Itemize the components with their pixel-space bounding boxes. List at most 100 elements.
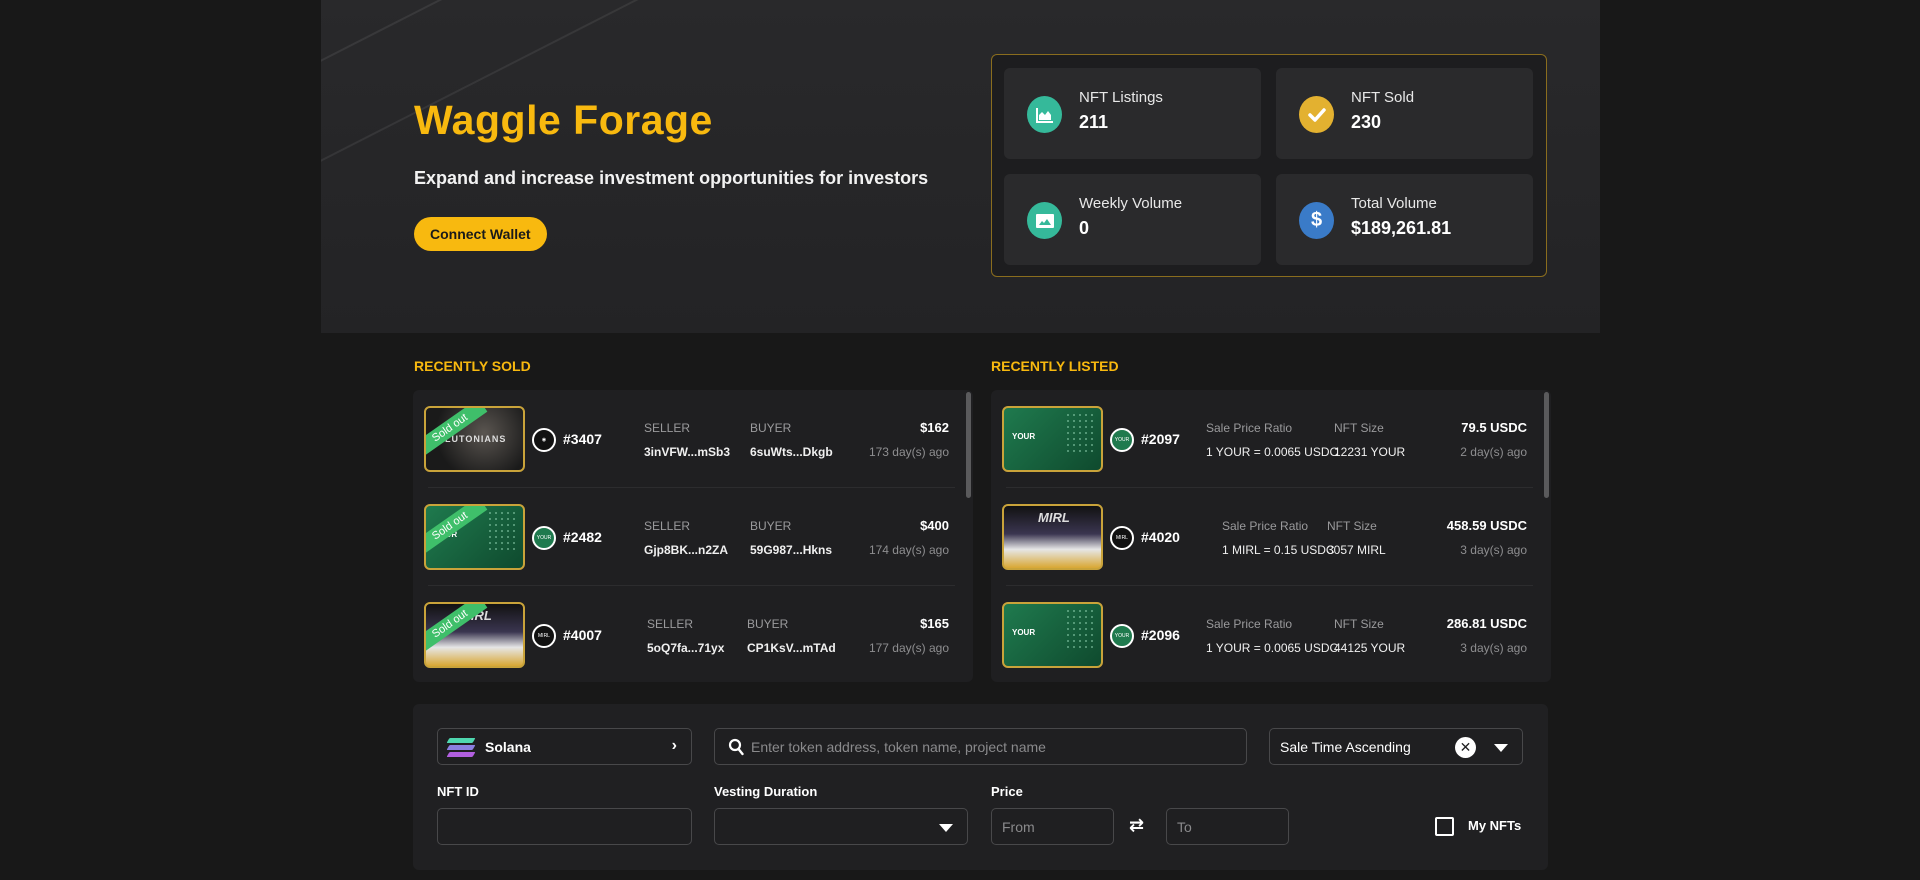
search-input[interactable] (751, 729, 1241, 764)
area-chart-icon (1027, 96, 1062, 133)
nft-thumbnail: MIRL Sold out (424, 602, 525, 668)
hero-decoration (321, 0, 692, 182)
my-nfts-label[interactable]: My NFTs (1468, 818, 1521, 833)
sold-out-badge: Sold out (426, 506, 488, 556)
nft-art-label: MIRL (1038, 510, 1070, 525)
buyer-address: 6suWts...Dkgb (750, 445, 833, 459)
buyer-label: BUYER (747, 617, 789, 631)
nft-id: #2097 (1141, 431, 1180, 447)
nft-id: #2482 (563, 529, 602, 545)
sold-row[interactable]: PLUTONIANS Sold out ◉ #3407 SELLER 3inVF… (413, 390, 963, 488)
nft-id-input[interactable] (438, 809, 691, 844)
nft-thumbnail: YOUR Sold out (424, 504, 525, 570)
stat-card-nft-sold: NFT Sold 230 (1276, 68, 1533, 159)
price-to-field[interactable] (1166, 808, 1289, 845)
sale-price: $162 (920, 420, 949, 435)
vesting-duration-select[interactable] (714, 808, 968, 845)
sort-select[interactable]: Sale Time Ascending ✕ (1269, 728, 1523, 765)
listing-time: 3 day(s) ago (1460, 641, 1527, 655)
seller-label: SELLER (644, 421, 691, 435)
hero-banner: Waggle Forage Expand and increase invest… (321, 0, 1600, 333)
recently-listed-list: YOUR YOUR #2097 Sale Price Ratio 1 YOUR … (991, 390, 1551, 682)
buyer-address: 59G987...Hkns (750, 543, 833, 557)
chain-name: Solana (485, 739, 531, 755)
seller-address: 5oQ7fa...71yx (647, 641, 725, 655)
stat-value: 211 (1079, 112, 1109, 132)
listed-row[interactable]: MIRL MIRL #4020 Sale Price Ratio 1 MIRL … (991, 488, 1541, 586)
token-logo-icon: YOUR (532, 526, 556, 550)
stat-value: 230 (1351, 112, 1382, 132)
sale-price-ratio: 1 MIRL = 0.15 USDC (1222, 543, 1335, 557)
sold-row[interactable]: YOUR Sold out YOUR #2482 SELLER Gjp8BK..… (413, 488, 963, 586)
listed-row[interactable]: YOUR YOUR #2096 Sale Price Ratio 1 YOUR … (991, 586, 1541, 682)
listing-time: 2 day(s) ago (1460, 445, 1527, 459)
clear-icon[interactable]: ✕ (1455, 737, 1476, 758)
chain-selector[interactable]: Solana › (437, 728, 692, 765)
sale-time: 173 day(s) ago (868, 445, 949, 459)
dollar-icon: $ (1299, 202, 1334, 239)
chevron-right-icon: › (671, 737, 677, 754)
nft-thumbnail: YOUR (1002, 602, 1103, 668)
token-logo-icon: YOUR (1110, 428, 1134, 452)
token-logo-icon: ◉ (532, 428, 556, 452)
swap-icon[interactable]: ⇄ (1129, 815, 1144, 836)
sale-time: 174 day(s) ago (868, 543, 949, 557)
connect-wallet-button[interactable]: Connect Wallet (414, 217, 547, 251)
size-label: NFT Size (1327, 519, 1377, 533)
nft-size: 44125 YOUR (1334, 641, 1406, 655)
nft-id: #4007 (563, 627, 602, 643)
listing-time: 3 day(s) ago (1460, 543, 1527, 557)
token-logo-icon: MIRL (1110, 526, 1134, 550)
sort-value: Sale Time Ascending (1280, 739, 1411, 755)
nft-art-label: YOUR (1012, 628, 1036, 637)
sold-row[interactable]: MIRL Sold out MIRL #4007 SELLER 5oQ7fa..… (413, 586, 963, 682)
listing-price: 79.5 USDC (1461, 420, 1527, 435)
filter-panel: Solana › Sale Time Ascending ✕ NFT ID Ve… (413, 704, 1548, 870)
page-title: Waggle Forage (414, 97, 713, 143)
stat-label: NFT Listings (1079, 89, 1163, 106)
stat-value: 0 (1079, 218, 1090, 238)
buyer-address: CP1KsV...mTAd (747, 641, 836, 655)
price-label: Price (991, 784, 1023, 799)
caret-down-icon (1494, 744, 1508, 752)
buyer-label: BUYER (750, 519, 792, 533)
buyer-label: BUYER (750, 421, 792, 435)
price-from-input[interactable] (992, 809, 1113, 844)
my-nfts-checkbox[interactable] (1435, 817, 1454, 836)
sale-price-ratio: 1 YOUR = 0.0065 USDC (1206, 641, 1339, 655)
ratio-label: Sale Price Ratio (1206, 421, 1293, 435)
price-from-field[interactable] (991, 808, 1114, 845)
search-box[interactable] (714, 728, 1247, 765)
listing-price: 286.81 USDC (1446, 616, 1527, 631)
stat-card-total-volume: $ Total Volume $189,261.81 (1276, 174, 1533, 265)
nft-size: 12231 YOUR (1334, 445, 1406, 459)
stat-label: Weekly Volume (1079, 195, 1183, 212)
nft-id-field[interactable] (437, 808, 692, 845)
scrollbar[interactable] (1544, 392, 1549, 498)
recently-sold-title: RECENTLY SOLD (414, 358, 531, 374)
search-icon (728, 738, 744, 756)
scrollbar[interactable] (966, 392, 971, 498)
nft-id: #2096 (1141, 627, 1180, 643)
seller-address: Gjp8BK...n2ZA (644, 543, 729, 557)
sale-price: $165 (920, 616, 949, 631)
stat-card-nft-listings: NFT Listings 211 (1004, 68, 1261, 159)
solana-icon (446, 738, 476, 758)
recently-listed-title: RECENTLY LISTED (991, 358, 1119, 374)
nft-id: #3407 (563, 431, 602, 447)
sold-out-badge: Sold out (426, 604, 488, 654)
ratio-label: Sale Price Ratio (1222, 519, 1309, 533)
listed-row[interactable]: YOUR YOUR #2097 Sale Price Ratio 1 YOUR … (991, 390, 1541, 488)
nft-thumbnail: PLUTONIANS Sold out (424, 406, 525, 472)
stats-panel: NFT Listings 211 NFT Sold 230 Weekly Vol… (991, 54, 1547, 277)
caret-down-icon (939, 824, 953, 832)
image-icon (1027, 202, 1062, 239)
sale-time: 177 day(s) ago (868, 641, 949, 655)
sale-price-ratio: 1 YOUR = 0.0065 USDC (1206, 445, 1339, 459)
recently-sold-list: PLUTONIANS Sold out ◉ #3407 SELLER 3inVF… (413, 390, 973, 682)
nft-id: #4020 (1141, 529, 1180, 545)
price-to-input[interactable] (1167, 809, 1288, 844)
sold-out-badge: Sold out (426, 408, 488, 458)
nft-thumbnail: YOUR (1002, 406, 1103, 472)
size-label: NFT Size (1334, 617, 1384, 631)
